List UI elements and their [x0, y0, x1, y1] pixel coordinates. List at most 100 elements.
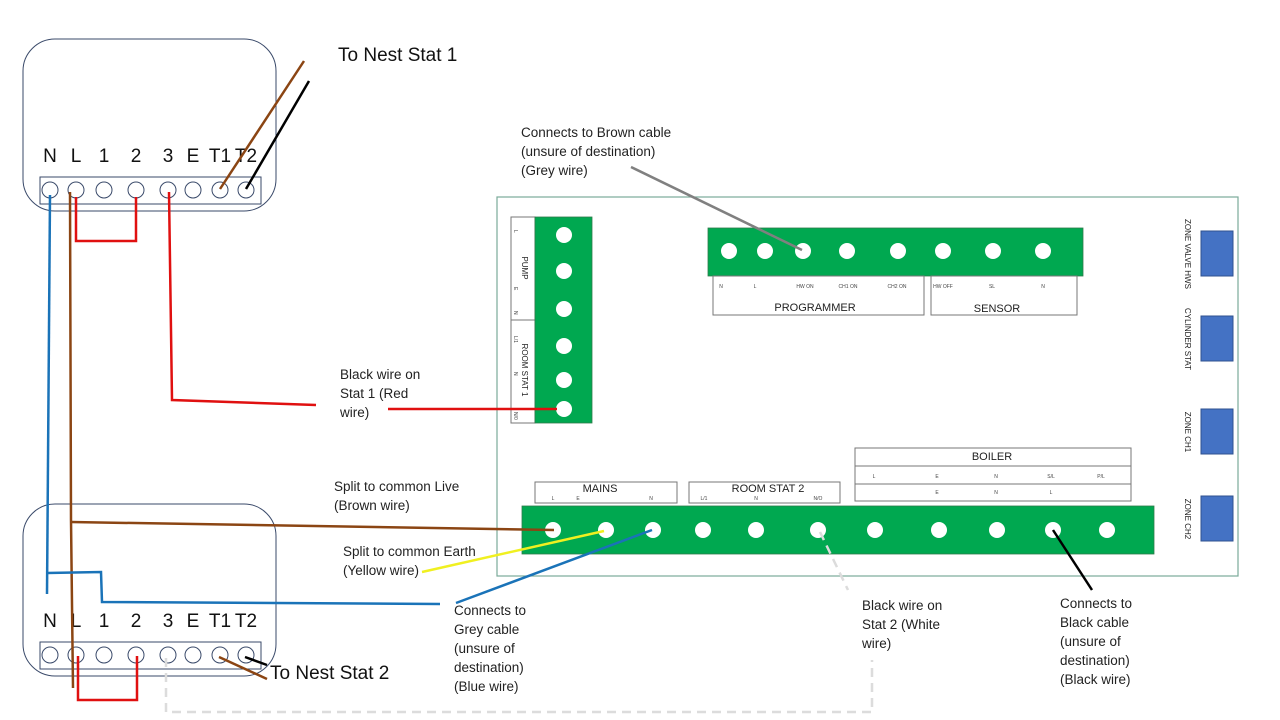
terminal-hole	[721, 243, 737, 259]
annotation-black-wire: Connects to Black cable (unsure of desti…	[1060, 596, 1133, 687]
terminal-label: 2	[131, 146, 142, 167]
pump-roomstat1-terminal-block	[534, 216, 593, 424]
terminal-screw	[184, 181, 202, 199]
side-connectors: ZONE VALVE HWS CYLINDER STAT ZONE CH1 ZONE …	[1183, 219, 1234, 542]
wiring-centre-1-housing	[22, 38, 277, 212]
pump-label: PUMP	[520, 256, 529, 279]
terminal-tiny-label: CH2 ON	[888, 284, 907, 290]
mains-label: MAINS	[583, 483, 618, 495]
side-connector-label: CYLINDER STAT	[1183, 308, 1192, 370]
sensor-label: SENSOR	[974, 303, 1021, 315]
terminal-tiny-label: HW OFF	[933, 284, 953, 290]
programmer-sensor-block: PROGRAMMER SENSOR N L HW ON CH1 ON CH2 ON HW …	[707, 227, 1084, 316]
terminal-label: E	[187, 146, 200, 167]
terminal-label: 1	[99, 146, 110, 167]
nest-stat-1-label: To Nest Stat 1	[338, 45, 458, 66]
terminal-hole	[1099, 522, 1115, 538]
terminal-hole	[839, 243, 855, 259]
terminal-tiny-label: CH1 ON	[839, 284, 858, 290]
side-connector-block	[1200, 315, 1234, 362]
terminal-tiny-label: N	[512, 311, 518, 315]
terminal-hole	[556, 372, 572, 388]
terminal-screw	[95, 181, 113, 199]
terminal-hole	[931, 522, 947, 538]
terminal-tiny-label: P/L	[1097, 474, 1105, 480]
wire-stat1-brown	[218, 60, 306, 190]
terminal-hole	[556, 227, 572, 243]
terminal-tiny-label: N	[512, 372, 518, 376]
terminal-tiny-label: N/O	[814, 496, 823, 502]
terminal-hole	[556, 401, 572, 417]
terminal-tiny-label: SL	[989, 284, 995, 290]
terminal-screw	[211, 181, 229, 199]
pump-roomstat1-block: PUMP ROOM STAT 1 LENL/1NN/0	[510, 216, 593, 424]
terminal-tiny-label: N	[649, 496, 653, 502]
wiring-centre-2: N L 1 2 3 E T1 T2	[22, 503, 277, 677]
terminal-label: L	[71, 146, 82, 167]
terminal-hole	[935, 243, 951, 259]
terminal-label: 1	[99, 611, 110, 632]
terminal-label: T1	[209, 146, 231, 167]
terminal-label: 2	[131, 611, 142, 632]
side-connector-label: ZONE CH2	[1183, 499, 1192, 540]
terminal-screw	[127, 181, 145, 199]
terminal-hole	[757, 243, 773, 259]
terminal-tiny-label: L/1	[701, 496, 708, 502]
terminal-tiny-label: N	[994, 474, 998, 480]
annotation-grey-wire: Connects to Brown cable (unsure of desti…	[521, 125, 672, 178]
terminal-hole	[556, 338, 572, 354]
terminal-label: 3	[163, 146, 174, 167]
terminal-hole	[1035, 243, 1051, 259]
annotation-yellow-wire: Split to common Earth (Yellow wire)	[343, 544, 476, 578]
terminal-tiny-label: L	[754, 284, 757, 290]
terminal-tiny-label: N	[1041, 284, 1045, 290]
annotation-brown-wire: Split to common Live (Brown wire)	[334, 479, 460, 513]
terminal-hole	[556, 301, 572, 317]
terminal-tiny-label: HW ON	[796, 284, 814, 290]
terminal-label: 3	[163, 611, 174, 632]
terminal-tiny-label: L	[552, 496, 555, 502]
annotation-red-wire: Black wire on Stat 1 (Red wire)	[340, 367, 421, 420]
terminal-label: E	[187, 611, 200, 632]
annotation-white-wire: Black wire on Stat 2 (White wire)	[862, 598, 943, 651]
room-stat-1-label: ROOM STAT 1	[520, 344, 529, 397]
wire-neutral-blue	[45, 194, 52, 595]
side-connector-label: ZONE CH1	[1183, 412, 1192, 453]
terminal-tiny-label: L	[873, 474, 876, 480]
terminal-screw	[95, 646, 113, 664]
wiring-centre-1: N L 1 2 3 E T1 T2	[22, 38, 277, 212]
terminal-hole	[598, 522, 614, 538]
room-stat-2-label: ROOM STAT 2	[732, 483, 805, 495]
terminal-tiny-label: N/0	[512, 412, 518, 420]
terminal-hole	[810, 522, 826, 538]
terminal-label: N	[43, 611, 57, 632]
terminal-hole	[985, 243, 1001, 259]
terminal-label: N	[43, 146, 57, 167]
boiler-label: BOILER	[972, 451, 1012, 463]
terminal-hole	[556, 263, 572, 279]
wiring-centre-2-housing	[22, 503, 277, 677]
terminal-tiny-label: L	[512, 230, 518, 233]
terminal-screw	[237, 181, 255, 199]
bottom-labels: MAINS ROOM STAT 2 BOILER L E N L/1 N N/OL E N S/…	[534, 447, 1132, 504]
terminal-tiny-label: N	[719, 284, 723, 290]
terminal-label: T2	[235, 611, 257, 632]
terminal-screw	[67, 646, 85, 664]
terminal-hole	[890, 243, 906, 259]
annotation-blue-wire: Connects to Grey cable (unsure of destin…	[454, 603, 527, 694]
terminal-hole	[795, 243, 811, 259]
side-connector-block	[1200, 230, 1234, 277]
programmer-label: PROGRAMMER	[774, 302, 855, 314]
terminal-hole	[989, 522, 1005, 538]
terminal-label: T1	[209, 611, 231, 632]
terminal-tiny-label: N	[994, 490, 998, 496]
terminal-hole	[645, 522, 661, 538]
wire-brown-to-mains	[70, 520, 555, 532]
terminal-screw	[159, 646, 177, 664]
terminal-hole	[695, 522, 711, 538]
terminal-screw	[184, 646, 202, 664]
terminal-hole	[867, 522, 883, 538]
terminal-screw	[41, 646, 59, 664]
terminal-hole	[748, 522, 764, 538]
terminal-tiny-label: L	[1050, 490, 1053, 496]
